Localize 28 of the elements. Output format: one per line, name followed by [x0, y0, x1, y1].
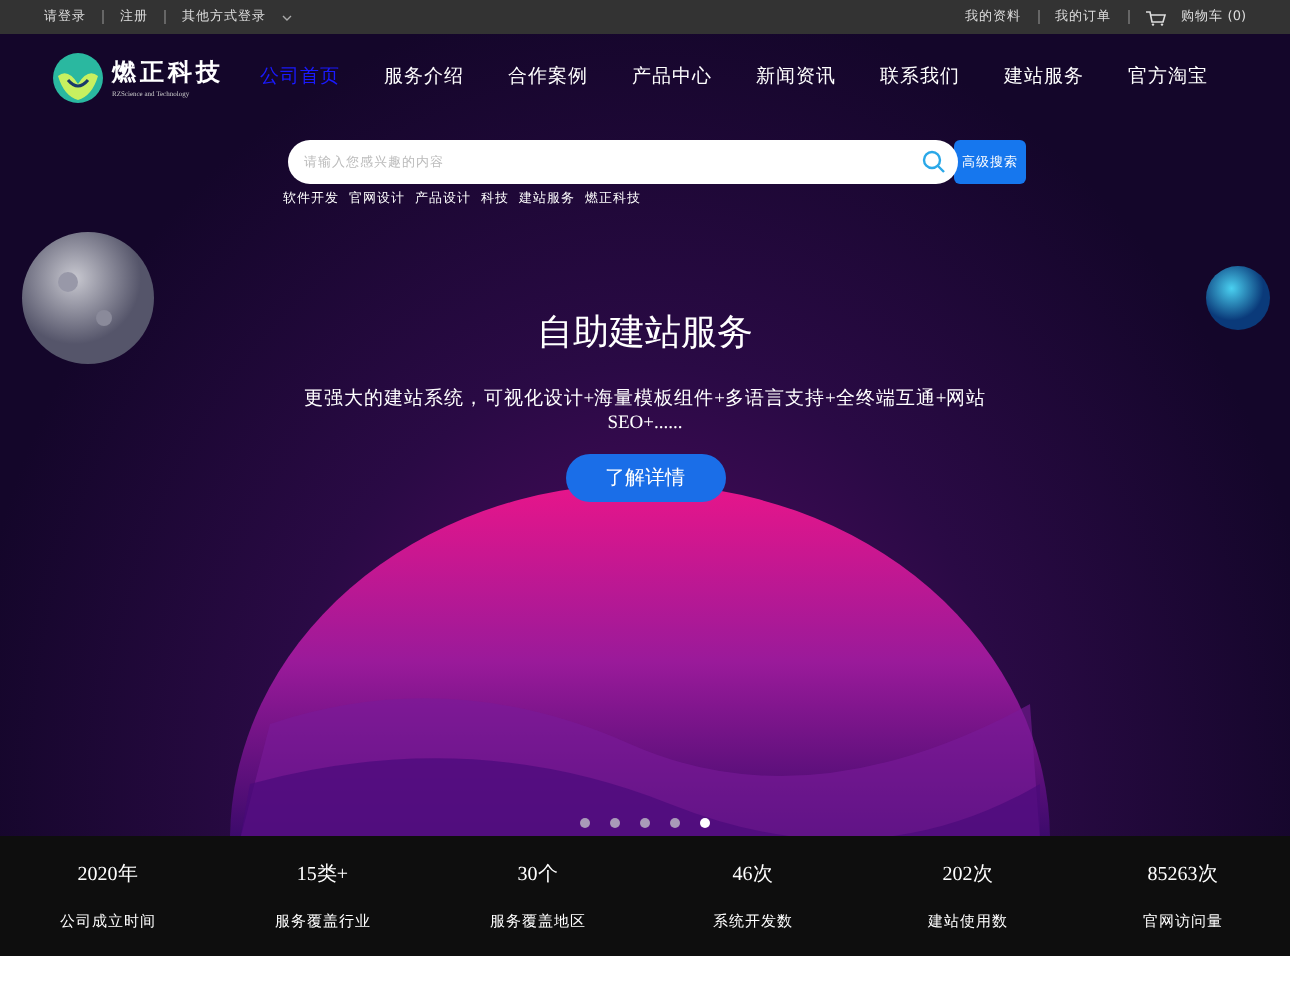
- cart-icon[interactable]: [1145, 9, 1166, 25]
- nav-link[interactable]: 建站服务: [1004, 64, 1084, 90]
- hero-description: 更强大的建站系统，可视化设计+海量模板组件+多语言支持+全终端互通+网站SEO+......: [301, 388, 989, 436]
- nav-link[interactable]: 产品中心: [632, 64, 712, 90]
- caret-icon: [282, 13, 292, 21]
- nav-link[interactable]: 新闻资讯: [756, 64, 836, 90]
- logo-icon: [52, 51, 104, 103]
- planet-drawing: [1204, 264, 1272, 332]
- nav-link[interactable]: 联系我们: [880, 64, 960, 90]
- logo-name: 燃正科技: [112, 56, 224, 90]
- nav-link[interactable]: 合作案例: [508, 64, 588, 90]
- nav-link[interactable]: 服务介绍: [384, 64, 464, 90]
- carousel-dot[interactable]: [640, 818, 650, 828]
- stat-value: 30个: [517, 862, 558, 888]
- moon-drawing: [20, 230, 156, 366]
- stat-value: 15类+: [296, 861, 349, 888]
- carousel-dot[interactable]: [610, 818, 620, 828]
- carousel-dot[interactable]: [670, 818, 680, 828]
- carousel-dot[interactable]: [700, 818, 710, 828]
- stat-value: 85263次: [1147, 862, 1218, 888]
- learn-more-button[interactable]: 了解详情: [565, 454, 725, 502]
- stat-value: 202次: [942, 862, 993, 888]
- stat-value: 46次: [732, 862, 773, 888]
- stat-value: 2020年: [77, 862, 138, 888]
- hero-title: 自助建站服务: [537, 310, 753, 356]
- carousel-dot[interactable]: [580, 818, 590, 828]
- search-icon[interactable]: [922, 150, 946, 174]
- nav-link[interactable]: 官方淘宝: [1128, 64, 1208, 90]
